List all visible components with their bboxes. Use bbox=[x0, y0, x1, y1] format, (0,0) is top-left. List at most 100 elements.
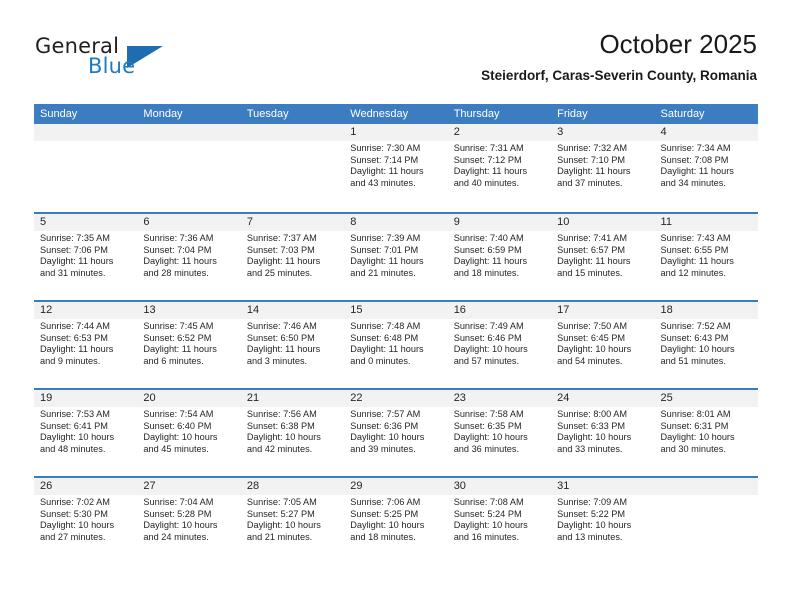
calendar-day-cell[interactable]: 2 Sunrise: 7:31 AM Sunset: 7:12 PM Daylight… bbox=[447, 124, 552, 212]
sunrise-text: Sunrise: 7:39 AM bbox=[350, 233, 421, 243]
weekday-header-row: Sunday Monday Tuesday Wednesday Thursday Frid… bbox=[34, 104, 758, 124]
general-blue-logo[interactable]: General Blue bbox=[35, 34, 215, 90]
daylight-text-line1: Daylight: 10 hours bbox=[557, 344, 632, 355]
daylight-text-line1: Daylight: 11 hours bbox=[246, 256, 321, 267]
daylight-text-line1: Daylight: 10 hours bbox=[350, 520, 425, 531]
calendar-day-cell[interactable]: 22 Sunrise: 7:57 AM Sunset: 6:36 PM Dayligh… bbox=[344, 390, 448, 476]
sunrise-text: Sunrise: 7:46 AM bbox=[246, 321, 317, 331]
day-number: 27 bbox=[137, 478, 241, 495]
calendar-day-cell[interactable]: 7 Sunrise: 7:37 AM Sunset: 7:03 PM Daylight… bbox=[240, 214, 345, 300]
calendar-day-cell[interactable]: 21 Sunrise: 7:56 AM Sunset: 6:38 PM Dayligh… bbox=[240, 390, 345, 476]
sunset-text: Sunset: 6:57 PM bbox=[557, 244, 626, 255]
calendar-day-cell[interactable]: 5 Sunrise: 7:35 AM Sunset: 7:06 PM Daylight… bbox=[34, 214, 138, 300]
calendar-day-cell[interactable]: 8 Sunrise: 7:39 AM Sunset: 7:01 PM Daylight… bbox=[344, 214, 448, 300]
calendar-day-cell[interactable]: 19 Sunrise: 7:53 AM Sunset: 6:41 PM Dayligh… bbox=[34, 390, 138, 476]
sunset-text: Sunset: 6:36 PM bbox=[350, 420, 419, 431]
day-sun-info: Sunrise: 7:37 AM Sunset: 7:03 PM Daylight:… bbox=[241, 231, 344, 280]
calendar-day-cell[interactable]: 17 Sunrise: 7:50 AM Sunset: 6:45 PM Dayligh… bbox=[551, 302, 655, 388]
sunrise-text: Sunrise: 7:02 AM bbox=[40, 497, 110, 507]
day-number: 22 bbox=[344, 390, 448, 407]
day-number: 10 bbox=[551, 214, 655, 231]
calendar-day-cell[interactable]: 27 Sunrise: 7:04 AM Sunset: 5:28 PM Dayligh… bbox=[137, 478, 241, 564]
calendar-day-cell[interactable]: 3 Sunrise: 7:32 AM Sunset: 7:10 PM Daylight… bbox=[551, 124, 655, 212]
calendar-day-cell-empty bbox=[240, 124, 345, 212]
daylight-text-line1: Daylight: 11 hours bbox=[350, 256, 424, 267]
daylight-text-line2: and 45 minutes. bbox=[143, 444, 209, 455]
day-sun-info: Sunrise: 7:34 AM Sunset: 7:08 PM Daylight:… bbox=[655, 141, 758, 190]
day-sun-info: Sunrise: 7:08 AM Sunset: 5:24 PM Daylight:… bbox=[448, 495, 551, 544]
calendar-day-cell[interactable]: 1 Sunrise: 7:30 AM Sunset: 7:14 PM Daylight… bbox=[344, 124, 448, 212]
sunrise-text: Sunrise: 8:00 AM bbox=[557, 409, 628, 419]
day-sun-info: Sunrise: 7:32 AM Sunset: 7:10 PM Daylight:… bbox=[551, 141, 654, 190]
day-sun-info: Sunrise: 7:40 AM Sunset: 6:59 PM Daylight:… bbox=[448, 231, 551, 280]
daylight-text-line2: and 24 minutes. bbox=[143, 532, 209, 543]
day-sun-info: Sunrise: 7:39 AM Sunset: 7:01 PM Daylight:… bbox=[344, 231, 447, 280]
daylight-text-line1: Daylight: 10 hours bbox=[143, 520, 218, 531]
sunset-text: Sunset: 7:14 PM bbox=[350, 154, 419, 165]
calendar-day-cell[interactable]: 24 Sunrise: 8:00 AM Sunset: 6:33 PM Dayligh… bbox=[551, 390, 655, 476]
calendar-day-cell[interactable]: 28 Sunrise: 7:05 AM Sunset: 5:27 PM Dayligh… bbox=[240, 478, 345, 564]
sunset-text: Sunset: 5:22 PM bbox=[557, 508, 626, 519]
calendar-day-cell[interactable]: 6 Sunrise: 7:36 AM Sunset: 7:04 PM Daylight… bbox=[137, 214, 241, 300]
calendar-day-cell[interactable]: 4 Sunrise: 7:34 AM Sunset: 7:08 PM Daylight… bbox=[654, 124, 758, 212]
daylight-text-line2: and 18 minutes. bbox=[453, 268, 520, 279]
sunrise-text: Sunrise: 7:05 AM bbox=[246, 497, 317, 507]
calendar-day-cell-empty bbox=[654, 478, 758, 564]
daylight-text-line2: and 16 minutes. bbox=[453, 532, 520, 543]
day-sun-info: Sunrise: 7:57 AM Sunset: 6:36 PM Daylight:… bbox=[344, 407, 447, 456]
sunrise-text: Sunrise: 7:52 AM bbox=[660, 321, 731, 331]
calendar-day-cell[interactable]: 18 Sunrise: 7:52 AM Sunset: 6:43 PM Dayligh… bbox=[654, 302, 758, 388]
calendar-day-cell[interactable]: 20 Sunrise: 7:54 AM Sunset: 6:40 PM Dayligh… bbox=[137, 390, 241, 476]
calendar-day-cell[interactable]: 10 Sunrise: 7:41 AM Sunset: 6:57 PM Dayligh… bbox=[551, 214, 655, 300]
day-sun-info: Sunrise: 7:06 AM Sunset: 5:25 PM Daylight:… bbox=[344, 495, 447, 544]
sunset-text: Sunset: 7:08 PM bbox=[660, 154, 729, 165]
sunrise-text: Sunrise: 7:09 AM bbox=[557, 497, 628, 507]
day-sun-info: Sunrise: 7:46 AM Sunset: 6:50 PM Daylight:… bbox=[241, 319, 344, 368]
sunrise-text: Sunrise: 7:41 AM bbox=[557, 233, 628, 243]
sunset-text: Sunset: 5:25 PM bbox=[350, 508, 419, 519]
day-number: 26 bbox=[34, 478, 138, 495]
calendar-day-cell[interactable]: 15 Sunrise: 7:48 AM Sunset: 6:48 PM Dayligh… bbox=[344, 302, 448, 388]
daylight-text-line2: and 54 minutes. bbox=[557, 356, 623, 367]
calendar-day-cell[interactable]: 11 Sunrise: 7:43 AM Sunset: 6:55 PM Dayligh… bbox=[654, 214, 758, 300]
calendar-day-cell[interactable]: 29 Sunrise: 7:06 AM Sunset: 5:25 PM Dayligh… bbox=[344, 478, 448, 564]
daylight-text-line2: and 27 minutes. bbox=[40, 532, 106, 543]
day-number: 13 bbox=[137, 302, 241, 319]
daylight-text-line1: Daylight: 10 hours bbox=[557, 432, 632, 443]
day-number: 6 bbox=[137, 214, 241, 231]
day-number: 18 bbox=[654, 302, 758, 319]
day-number: 1 bbox=[344, 124, 448, 141]
calendar-day-cell[interactable]: 9 Sunrise: 7:40 AM Sunset: 6:59 PM Daylight… bbox=[447, 214, 552, 300]
calendar-day-cell[interactable]: 12 Sunrise: 7:44 AM Sunset: 6:53 PM Dayligh… bbox=[34, 302, 138, 388]
day-sun-info: Sunrise: 7:05 AM Sunset: 5:27 PM Daylight:… bbox=[241, 495, 344, 544]
day-number: 14 bbox=[240, 302, 345, 319]
calendar-day-cell[interactable]: 23 Sunrise: 7:58 AM Sunset: 6:35 PM Dayligh… bbox=[447, 390, 552, 476]
sunset-text: Sunset: 6:48 PM bbox=[350, 332, 419, 343]
calendar-day-cell[interactable]: 26 Sunrise: 7:02 AM Sunset: 5:30 PM Dayligh… bbox=[34, 478, 138, 564]
weekday-header-thursday: Thursday bbox=[453, 108, 500, 120]
day-sun-info: Sunrise: 7:48 AM Sunset: 6:48 PM Daylight:… bbox=[344, 319, 447, 368]
calendar-day-cell[interactable]: 16 Sunrise: 7:49 AM Sunset: 6:46 PM Dayligh… bbox=[447, 302, 552, 388]
sunset-text: Sunset: 6:43 PM bbox=[660, 332, 729, 343]
daylight-text-line1: Daylight: 11 hours bbox=[557, 166, 631, 177]
daylight-text-line2: and 42 minutes. bbox=[246, 444, 313, 455]
sunset-text: Sunset: 5:28 PM bbox=[143, 508, 212, 519]
daylight-text-line1: Daylight: 10 hours bbox=[453, 520, 528, 531]
calendar-day-cell[interactable]: 14 Sunrise: 7:46 AM Sunset: 6:50 PM Dayligh… bbox=[240, 302, 345, 388]
day-number: 29 bbox=[344, 478, 448, 495]
calendar-day-cell[interactable]: 30 Sunrise: 7:08 AM Sunset: 5:24 PM Dayligh… bbox=[447, 478, 552, 564]
daylight-text-line1: Daylight: 10 hours bbox=[453, 344, 528, 355]
weekday-header-monday: Monday bbox=[143, 108, 183, 120]
day-sun-info: Sunrise: 7:04 AM Sunset: 5:28 PM Daylight:… bbox=[137, 495, 240, 544]
daylight-text-line1: Daylight: 10 hours bbox=[40, 432, 115, 443]
daylight-text-line1: Daylight: 11 hours bbox=[143, 256, 217, 267]
calendar-day-cell[interactable]: 13 Sunrise: 7:45 AM Sunset: 6:52 PM Dayligh… bbox=[137, 302, 241, 388]
calendar-day-cell[interactable]: 31 Sunrise: 7:09 AM Sunset: 5:22 PM Dayligh… bbox=[551, 478, 655, 564]
daylight-text-line1: Daylight: 10 hours bbox=[660, 432, 735, 443]
day-sun-info: Sunrise: 7:02 AM Sunset: 5:30 PM Daylight:… bbox=[34, 495, 137, 544]
day-sun-info: Sunrise: 7:54 AM Sunset: 6:40 PM Daylight:… bbox=[137, 407, 240, 456]
sunset-text: Sunset: 6:53 PM bbox=[40, 332, 108, 343]
sunrise-text: Sunrise: 7:30 AM bbox=[350, 143, 421, 153]
calendar-day-cell[interactable]: 25 Sunrise: 8:01 AM Sunset: 6:31 PM Dayligh… bbox=[654, 390, 758, 476]
sunset-text: Sunset: 6:38 PM bbox=[246, 420, 315, 431]
